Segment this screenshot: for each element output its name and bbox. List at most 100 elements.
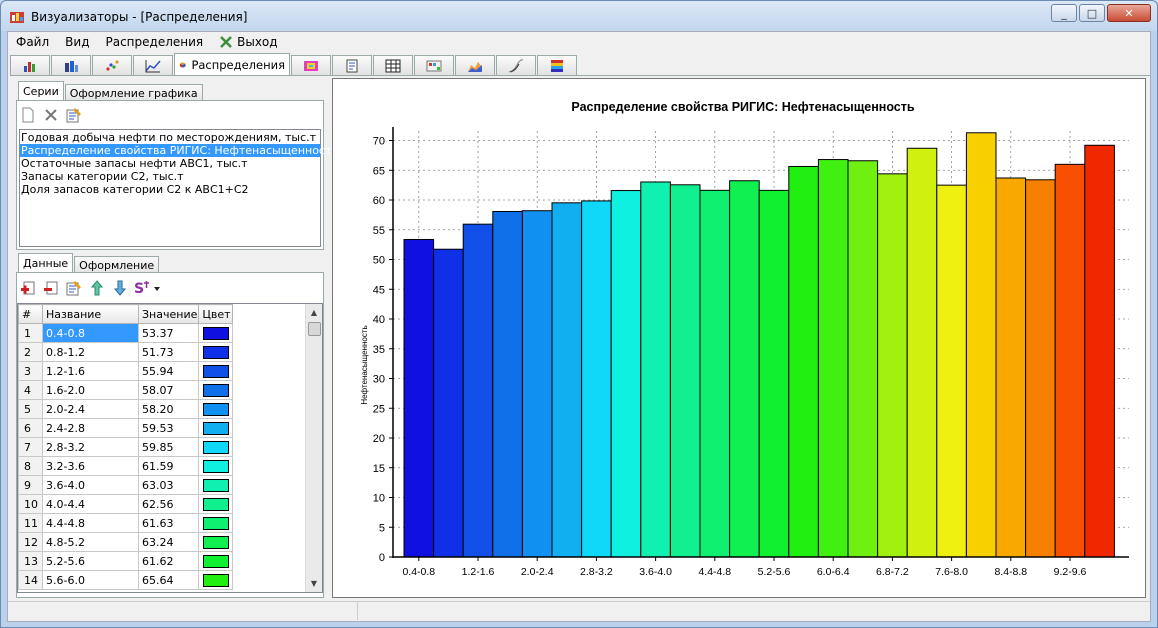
series-item-c2-reserves[interactable]: Запасы категории С2, тыс.т	[20, 170, 320, 183]
vertical-scrollbar[interactable]: ▲ ▼	[305, 304, 322, 592]
table-row[interactable]: 5 2.0-2.4 58.20	[18, 399, 234, 419]
delete-icon[interactable]	[42, 106, 60, 124]
tab-curve-chart[interactable]	[496, 55, 536, 75]
tab-heatmap[interactable]	[291, 55, 331, 75]
name-cell[interactable]: 5.2-5.6	[42, 551, 139, 571]
table-row[interactable]: 2 0.8-1.2 51.73	[18, 342, 234, 362]
move-down-icon[interactable]	[111, 279, 129, 297]
name-cell[interactable]: 4.0-4.4	[42, 494, 139, 514]
maximize-button[interactable]: □	[1079, 4, 1105, 22]
tab-bar-chart[interactable]	[10, 55, 50, 75]
table-row[interactable]: 12 4.8-5.2 63.24	[18, 532, 234, 552]
table-row[interactable]: 11 4.4-4.8 61.63	[18, 513, 234, 533]
table-row[interactable]: 13 5.2-5.6 61.62	[18, 551, 234, 571]
name-cell[interactable]: 0.4-0.8	[42, 323, 139, 343]
name-cell[interactable]: 2.8-3.2	[42, 437, 139, 457]
color-cell[interactable]	[198, 418, 234, 438]
column-header-name[interactable]: Название	[42, 304, 139, 324]
close-button[interactable]: ✕	[1107, 4, 1151, 22]
color-cell[interactable]	[198, 361, 234, 381]
color-cell[interactable]	[198, 570, 234, 590]
column-header-color[interactable]: Цвет	[198, 304, 234, 324]
series-list[interactable]: Годовая добыча нефти по месторождениям, …	[19, 129, 338, 247]
series-item-saturation-distribution[interactable]: Распределение свойства РИГИС: Нефтенасыщ…	[20, 144, 338, 157]
color-cell[interactable]	[198, 399, 234, 419]
series-item-c2-share[interactable]: Доля запасов категории С2 к АВС1+С2	[20, 183, 320, 196]
column-header-value[interactable]: Значение	[137, 304, 200, 324]
value-cell[interactable]: 61.63	[137, 513, 200, 533]
value-cell[interactable]: 61.59	[137, 456, 200, 476]
name-cell[interactable]: 0.8-1.2	[42, 342, 139, 362]
tab-table[interactable]	[373, 55, 413, 75]
tab-document[interactable]	[332, 55, 372, 75]
column-header-index[interactable]: #	[18, 304, 43, 324]
menu-distributions[interactable]: Распределения	[97, 35, 211, 49]
name-cell[interactable]: 2.4-2.8	[42, 418, 139, 438]
tab-data[interactable]: Данные	[18, 253, 74, 273]
scroll-thumb[interactable]	[308, 322, 321, 336]
table-row[interactable]: 7 2.8-3.2 59.85	[18, 437, 234, 457]
tab-color-scale[interactable]	[537, 55, 577, 75]
table-row[interactable]: 3 1.2-1.6 55.94	[18, 361, 234, 381]
color-cell[interactable]	[198, 532, 234, 552]
name-cell[interactable]: 5.6-6.0	[42, 570, 139, 590]
menu-exit[interactable]: Выход	[211, 35, 285, 49]
name-cell[interactable]: 1.6-2.0	[42, 380, 139, 400]
tab-scatter[interactable]	[92, 55, 132, 75]
value-cell[interactable]: 59.53	[137, 418, 200, 438]
scroll-down-arrow[interactable]: ▼	[306, 575, 322, 592]
value-cell[interactable]: 59.85	[137, 437, 200, 457]
new-document-icon[interactable]	[19, 106, 37, 124]
title-bar[interactable]: Визуализаторы - [Распределения] _ □ ✕	[1, 1, 1157, 31]
value-cell[interactable]: 62.56	[137, 494, 200, 514]
color-cell[interactable]	[198, 551, 234, 571]
color-cell[interactable]	[198, 437, 234, 457]
tab-design[interactable]: Оформление	[74, 256, 160, 273]
table-row[interactable]: 9 3.6-4.0 63.03	[18, 475, 234, 495]
color-cell[interactable]	[198, 475, 234, 495]
table-row[interactable]: 6 2.4-2.8 59.53	[18, 418, 234, 438]
tab-series[interactable]: Серии	[18, 81, 64, 101]
value-cell[interactable]: 63.24	[137, 532, 200, 552]
value-cell[interactable]: 58.20	[137, 399, 200, 419]
menu-file[interactable]: Файл	[8, 35, 57, 49]
value-cell[interactable]: 61.62	[137, 551, 200, 571]
tab-line-chart[interactable]	[133, 55, 173, 75]
tab-area-chart[interactable]	[455, 55, 495, 75]
name-cell[interactable]: 3.6-4.0	[42, 475, 139, 495]
value-cell[interactable]: 65.64	[137, 570, 200, 590]
edit-properties-icon[interactable]	[65, 106, 83, 124]
value-cell[interactable]: 55.94	[137, 361, 200, 381]
table-row[interactable]: 1 0.4-0.8 53.37	[18, 323, 234, 343]
color-cell[interactable]	[198, 380, 234, 400]
table-row[interactable]: 8 3.2-3.6 61.59	[18, 456, 234, 476]
color-cell[interactable]	[198, 323, 234, 343]
table-row[interactable]: 14 5.6-6.0 65.64	[18, 570, 234, 590]
value-cell[interactable]: 63.03	[137, 475, 200, 495]
name-cell[interactable]: 4.4-4.8	[42, 513, 139, 533]
remove-row-icon[interactable]	[42, 279, 60, 297]
color-cell[interactable]	[198, 456, 234, 476]
name-cell[interactable]: 3.2-3.6	[42, 456, 139, 476]
tab-color-grid[interactable]	[414, 55, 454, 75]
value-cell[interactable]: 53.37	[137, 323, 200, 343]
color-cell[interactable]	[198, 513, 234, 533]
table-row[interactable]: 10 4.0-4.4 62.56	[18, 494, 234, 514]
add-row-icon[interactable]	[19, 279, 37, 297]
value-cell[interactable]: 51.73	[137, 342, 200, 362]
tab-stacked-chart[interactable]	[51, 55, 91, 75]
color-cell[interactable]	[198, 342, 234, 362]
move-up-icon[interactable]	[88, 279, 106, 297]
series-item-oil-production[interactable]: Годовая добыча нефти по месторождениям, …	[20, 131, 320, 144]
color-cell[interactable]	[198, 494, 234, 514]
name-cell[interactable]: 4.8-5.2	[42, 532, 139, 552]
edit-row-icon[interactable]	[65, 279, 83, 297]
data-grid[interactable]: # Название Значение Цвет 1 0.4-0.8 53.37 2 0…	[17, 303, 323, 593]
name-cell[interactable]: 1.2-1.6	[42, 361, 139, 381]
table-row[interactable]: 4 1.6-2.0 58.07	[18, 380, 234, 400]
minimize-button[interactable]: _	[1051, 4, 1077, 22]
sort-icon[interactable]: S	[134, 279, 162, 297]
name-cell[interactable]: 2.0-2.4	[42, 399, 139, 419]
value-cell[interactable]: 58.07	[137, 380, 200, 400]
scroll-up-arrow[interactable]: ▲	[306, 304, 322, 321]
